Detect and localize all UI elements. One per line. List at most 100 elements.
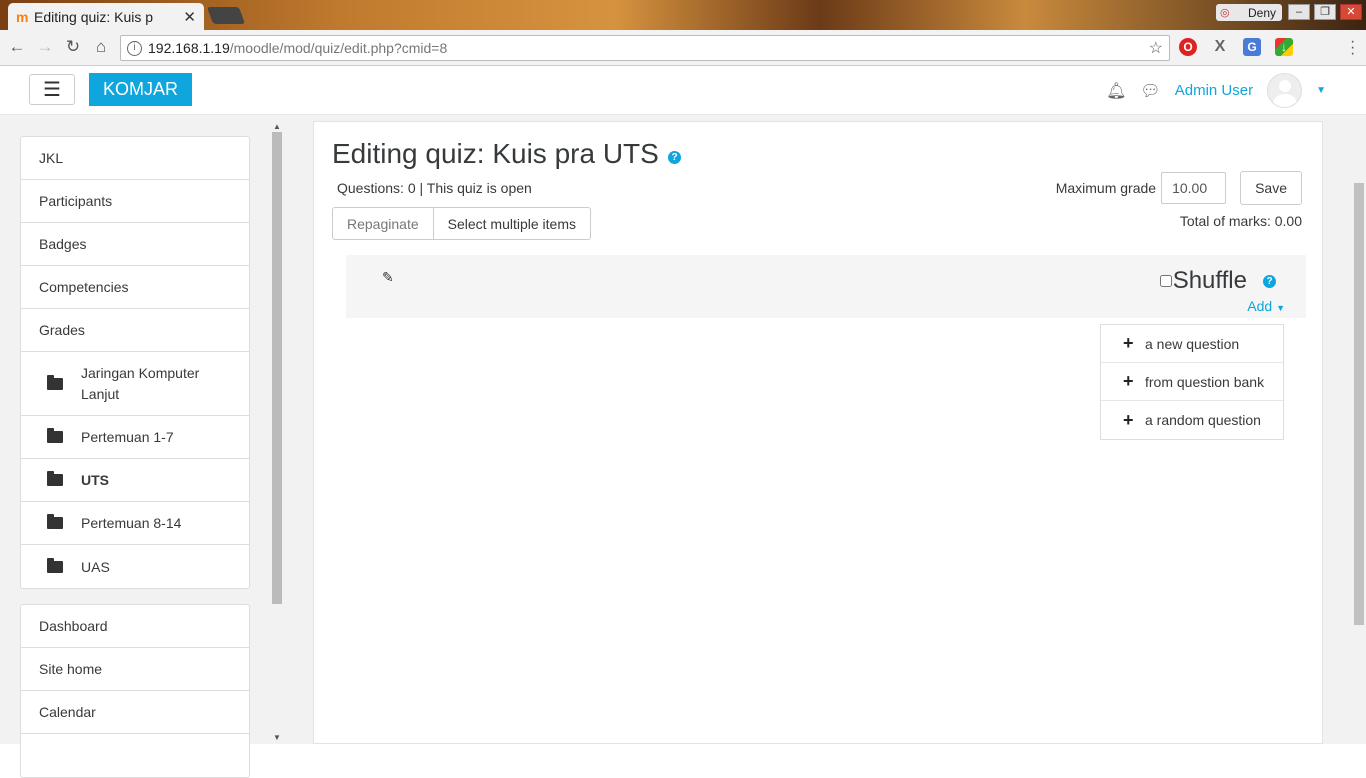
restore-button[interactable]: ❐ bbox=[1314, 4, 1336, 20]
drawer-scrollbar-thumb[interactable] bbox=[272, 132, 282, 604]
home-icon[interactable]: ⌂ bbox=[90, 37, 112, 57]
course-nav-list: JKL Participants Badges Competencies Gra… bbox=[20, 136, 250, 589]
chevron-down-icon[interactable]: ▼ bbox=[1316, 85, 1326, 96]
browser-toolbar: ← → ↻ ⌂ i 192.168.1.19 /moodle/mod/quiz/… bbox=[0, 30, 1366, 66]
minimize-button[interactable]: – bbox=[1288, 4, 1310, 20]
messages-icon[interactable]: 💬︎ bbox=[1140, 81, 1160, 101]
browser-menu-icon[interactable]: · · · bbox=[1350, 34, 1355, 62]
notification-bell-icon[interactable]: 🔔︎ bbox=[1106, 81, 1126, 101]
nav-item-label: Dashboard bbox=[39, 618, 108, 634]
repaginate-button[interactable]: Repaginate bbox=[332, 207, 434, 240]
shuffle-label: Shuffle bbox=[1172, 267, 1247, 294]
nav-item-jkl[interactable]: JKL bbox=[21, 137, 249, 180]
select-multiple-button[interactable]: Select multiple items bbox=[433, 207, 592, 240]
back-icon[interactable]: ← bbox=[6, 37, 28, 57]
folder-icon bbox=[47, 514, 63, 529]
translate-extension-icon[interactable]: G bbox=[1243, 38, 1261, 56]
x-extension-icon[interactable]: X bbox=[1211, 38, 1229, 56]
drawer-scrollbar[interactable]: ▲ ▼ bbox=[271, 122, 283, 744]
page-scrollbar[interactable] bbox=[1353, 115, 1366, 744]
quiz-page-section: ✎ Shuffle ? Add ▼ bbox=[346, 255, 1306, 318]
nav-item-more[interactable] bbox=[21, 734, 249, 777]
opera-extension-icon[interactable]: O bbox=[1179, 38, 1197, 56]
profile-name: Deny bbox=[1247, 5, 1276, 20]
scroll-up-icon[interactable]: ▲ bbox=[273, 122, 281, 131]
nav-item-section-jaringan[interactable]: Jaringan Komputer Lanjut bbox=[21, 352, 249, 416]
site-brand-link[interactable]: KOMJAR bbox=[89, 73, 193, 106]
edit-pencil-icon[interactable]: ✎ bbox=[382, 269, 394, 286]
menu-item-label: a random question bbox=[1145, 412, 1261, 428]
forward-icon[interactable]: → bbox=[34, 37, 56, 57]
folder-icon bbox=[47, 428, 63, 443]
download-extension-icon[interactable]: ↓ bbox=[1275, 38, 1293, 56]
browser-tab-title: Editing quiz: Kuis p bbox=[34, 8, 154, 25]
nav-item-grades[interactable]: Grades bbox=[21, 309, 249, 352]
shuffle-checkbox[interactable] bbox=[1159, 275, 1172, 287]
browser-tab[interactable]: m Editing quiz: Kuis p ✕ bbox=[8, 3, 204, 30]
add-menu-toggle[interactable]: Add ▼ bbox=[1247, 298, 1285, 314]
close-tab-icon[interactable]: ✕ bbox=[183, 8, 196, 26]
nav-item-label: Competencies bbox=[39, 279, 129, 295]
url-host: 192.168.1.19 bbox=[148, 40, 230, 56]
nav-item-label: Badges bbox=[39, 236, 87, 252]
nav-item-section-pertemuan-8-14[interactable]: Pertemuan 8-14 bbox=[21, 502, 249, 545]
drawer-toggle-button[interactable]: ☰ bbox=[29, 74, 75, 105]
edit-actions: Repaginate Select multiple items bbox=[332, 207, 592, 240]
new-tab-button[interactable] bbox=[206, 7, 246, 24]
nav-item-label: Pertemuan 1-7 bbox=[81, 429, 174, 445]
quiz-status-text: Questions: 0 | This quiz is open bbox=[337, 180, 532, 196]
nav-item-site-home[interactable]: Site home bbox=[21, 648, 249, 691]
page-scrollbar-thumb[interactable] bbox=[1354, 183, 1364, 625]
folder-icon bbox=[47, 374, 63, 390]
nav-item-label: JKL bbox=[39, 150, 64, 166]
avatar[interactable] bbox=[1267, 73, 1303, 108]
site-navbar: ☰ KOMJAR 🔔︎ 💬︎ Admin User ▼ bbox=[0, 66, 1366, 115]
folder-icon bbox=[47, 471, 63, 486]
save-button[interactable]: Save bbox=[1240, 171, 1302, 205]
nav-item-section-uts[interactable]: UTS bbox=[21, 459, 249, 502]
add-dropdown-menu: + a new question + from question bank + … bbox=[1100, 324, 1284, 440]
close-window-button[interactable]: ✕ bbox=[1340, 4, 1362, 20]
nav-item-dashboard[interactable]: Dashboard bbox=[21, 605, 249, 648]
folder-icon bbox=[47, 557, 63, 573]
add-new-question-item[interactable]: + a new question bbox=[1101, 325, 1283, 363]
reload-icon[interactable]: ↻ bbox=[62, 37, 84, 57]
nav-item-calendar[interactable]: Calendar bbox=[21, 691, 249, 734]
browser-tab-strip: m Editing quiz: Kuis p ✕ ◎ Deny – ❐ ✕ bbox=[0, 0, 1366, 30]
moodle-favicon-icon: m bbox=[16, 8, 29, 25]
nav-item-label: UTS bbox=[81, 472, 109, 488]
nav-item-participants[interactable]: Participants bbox=[21, 180, 249, 223]
help-icon[interactable]: ? bbox=[1263, 274, 1276, 288]
add-label: Add bbox=[1247, 298, 1273, 314]
url-path: /moodle/mod/quiz/edit.php?cmid=8 bbox=[229, 40, 448, 56]
nav-item-label: Participants bbox=[39, 193, 113, 209]
address-bar[interactable]: i 192.168.1.19 /moodle/mod/quiz/edit.php… bbox=[120, 35, 1170, 61]
info-icon[interactable]: i bbox=[127, 40, 142, 56]
max-grade-form: Maximum grade Save bbox=[1056, 171, 1302, 205]
scroll-down-icon[interactable]: ▼ bbox=[273, 733, 281, 742]
max-grade-label: Maximum grade bbox=[1055, 180, 1157, 196]
nav-item-section-uas[interactable]: UAS bbox=[21, 545, 249, 588]
plus-icon: + bbox=[1123, 333, 1134, 353]
help-icon[interactable]: ? bbox=[668, 151, 681, 164]
menu-item-label: a new question bbox=[1145, 335, 1240, 352]
max-grade-input[interactable] bbox=[1161, 172, 1227, 204]
plus-icon: + bbox=[1123, 371, 1134, 391]
nav-item-label: Pertemuan 8-14 bbox=[81, 515, 182, 531]
nav-item-competencies[interactable]: Competencies bbox=[21, 266, 249, 309]
main-content: Editing quiz: Kuis pra UTS ? Questions: … bbox=[313, 121, 1323, 744]
plus-icon: + bbox=[1123, 409, 1134, 430]
add-random-question-item[interactable]: + a random question bbox=[1101, 401, 1283, 439]
profile-button[interactable]: ◎ Deny bbox=[1216, 4, 1282, 21]
bookmark-star-icon[interactable]: ☆ bbox=[1149, 38, 1163, 58]
total-marks-text: Total of marks: 0.00 bbox=[1179, 213, 1302, 229]
nav-item-section-pertemuan-1-7[interactable]: Pertemuan 1-7 bbox=[21, 416, 249, 459]
site-nav-list: Dashboard Site home Calendar bbox=[20, 604, 250, 778]
caret-down-icon: ▼ bbox=[1276, 303, 1285, 313]
nav-item-badges[interactable]: Badges bbox=[21, 223, 249, 266]
add-from-bank-item[interactable]: + from question bank bbox=[1101, 363, 1283, 401]
nav-drawer: JKL Participants Badges Competencies Gra… bbox=[20, 136, 250, 778]
shuffle-control: Shuffle ? bbox=[1159, 267, 1276, 295]
user-menu-name[interactable]: Admin User bbox=[1175, 82, 1253, 99]
nav-item-label: Site home bbox=[39, 661, 103, 677]
